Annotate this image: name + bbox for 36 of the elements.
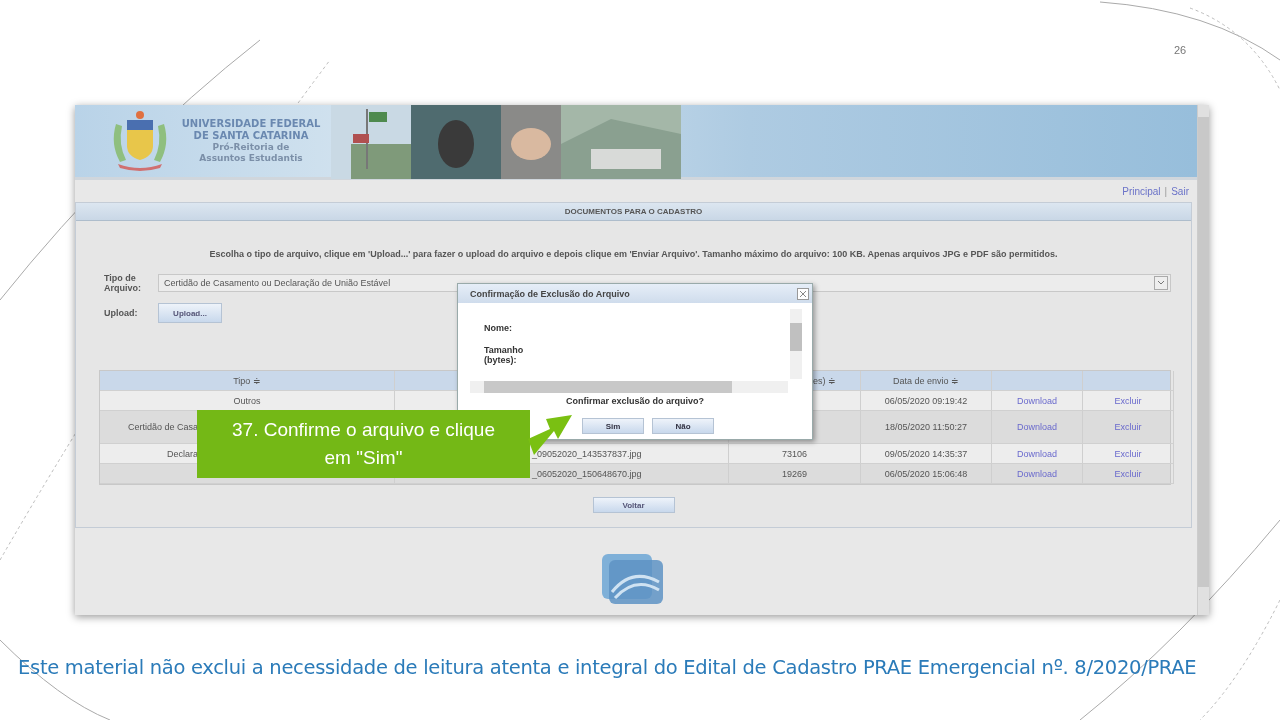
- download-link[interactable]: Download: [1017, 422, 1057, 432]
- dialog-button[interactable]: Não: [652, 418, 714, 434]
- vertical-scrollbar[interactable]: [790, 309, 802, 379]
- confirmation-question: Confirmar exclusão do arquivo?: [565, 396, 705, 406]
- download-link[interactable]: Download: [1017, 448, 1057, 459]
- dialog-title: Confirmação de Exclusão do Arquivo: [470, 288, 630, 299]
- university-name: DE SANTA CATARINA: [193, 130, 309, 142]
- university-name: UNIVERSIDADE FEDERAL: [181, 118, 321, 130]
- table-cell: 06/05/2020 15:06:48: [861, 464, 992, 484]
- close-icon[interactable]: [797, 287, 809, 300]
- sair-link[interactable]: Sair: [1171, 185, 1189, 197]
- link-separator: |: [1164, 185, 1168, 197]
- upload-label: Upload:: [104, 308, 139, 318]
- upload-button[interactable]: Upload...: [158, 303, 222, 323]
- principal-link[interactable]: Principal: [1122, 185, 1161, 197]
- department-name: Assuntos Estudantis: [199, 153, 303, 164]
- footer-note: Este material não exclui a necessidade de leitura atenta e integral do Edital de Cadastro PRAE Emergencial nº. 8/2020/PRAE: [18, 656, 1197, 679]
- delete-link[interactable]: Excluir: [1114, 468, 1142, 479]
- callout-box: 37. Confirme o arquivo e clique em "Sim": [197, 410, 530, 478]
- delete-link[interactable]: Excluir: [1114, 448, 1142, 459]
- field-label: Nome:: [484, 323, 513, 333]
- back-button[interactable]: Voltar: [592, 497, 675, 513]
- file-type-label: Tipo de Arquivo:: [104, 273, 142, 293]
- field-label: Tamanho (bytes):: [484, 345, 525, 365]
- download-link[interactable]: Download: [1017, 468, 1057, 479]
- instructions-text: Escolha o tipo de arquivo, clique em 'Upload...' para fazer o upload do arquivo e depois clique em 'Enviar Arquivo'. Tamanho máximo do arquivo: 100 KB. Apenas arquivos JPG e PDF são permitidos.: [208, 249, 1059, 259]
- dialog-button[interactable]: Sim: [582, 418, 644, 434]
- download-link[interactable]: Download: [1017, 395, 1057, 406]
- department-name: Pró-Reitoria de: [212, 142, 290, 153]
- delete-link[interactable]: Excluir: [1114, 422, 1142, 432]
- page-number: 26: [1174, 44, 1187, 56]
- page-scrollbar[interactable]: [1197, 105, 1209, 615]
- delete-link[interactable]: Excluir: [1114, 395, 1142, 406]
- table-cell: 19269: [729, 464, 861, 484]
- horizontal-scrollbar[interactable]: [470, 381, 788, 393]
- panel-title: DOCUMENTOS PARA O CADASTRO: [76, 203, 1191, 221]
